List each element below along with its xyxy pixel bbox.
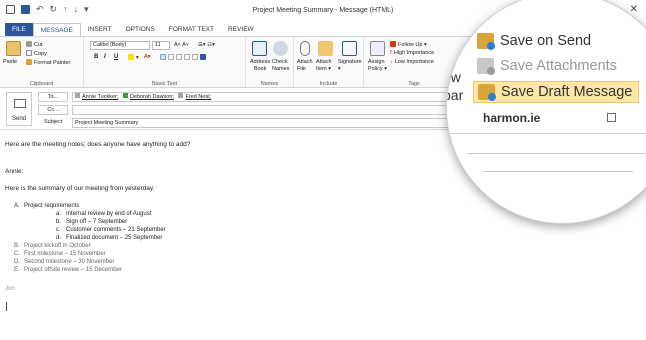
attach-item-button[interactable]: Attach Item ▾ (316, 59, 332, 73)
tab-format-text[interactable]: FORMAT TEXT (162, 23, 221, 36)
address-divider (483, 171, 633, 172)
recipient-deborah[interactable]: Deborah Dawson; (122, 93, 177, 100)
cut-button[interactable]: Cut (26, 41, 43, 49)
format-painter-button[interactable]: Format Painter (26, 59, 70, 67)
draft-save-icon (478, 84, 496, 101)
bold-button[interactable]: B (94, 54, 98, 60)
basic-text-label: Basic Text (152, 81, 177, 87)
assign-policy-icon[interactable] (370, 41, 385, 56)
recipient-fred[interactable]: Fred Neal; (178, 93, 214, 100)
list-item: d. Finalized document – 25 September (56, 235, 163, 241)
outdent-icon[interactable] (184, 54, 190, 60)
high-importance-button[interactable]: ! High Importance (390, 50, 434, 57)
highlighter-icon (128, 54, 134, 60)
subject-label: Subject (44, 119, 63, 125)
paste-icon[interactable] (6, 41, 21, 56)
ribbon-bottom-divider (447, 133, 646, 134)
align-buttons[interactable] (160, 54, 208, 62)
address-book-button[interactable]: Address Book (250, 59, 270, 73)
list-item: c. Customer comments – 21 September (56, 227, 166, 233)
menu-item-save-attachments[interactable]: Save Attachments (477, 58, 617, 75)
names-label: Names (260, 81, 279, 87)
bullets-button[interactable]: ☰▾ ☷▾ (198, 42, 215, 49)
tab-message[interactable]: MESSAGE (32, 23, 81, 36)
grow-font-button[interactable]: A˄ A˅ (174, 42, 189, 49)
dialog-launcher-icon[interactable] (607, 113, 616, 122)
align-right-icon[interactable] (176, 54, 182, 60)
basic-text-group: Calibri (Body) 11 A˄ A˅ ☰▾ ☷▾ B I U ▾ A▾… (84, 37, 246, 88)
signature-text: Jon (5, 286, 15, 292)
body-greeting: Annie: (5, 168, 24, 175)
harmonie-save-icon (477, 33, 495, 50)
menu-item-save-on-send[interactable]: Save on Send (477, 33, 591, 50)
attach-file-button[interactable]: Attach File (297, 59, 313, 73)
ribbon-fragment-bar: bar (447, 87, 464, 103)
highlight-button[interactable]: ▾ (128, 54, 139, 62)
names-group: Address Book Check Names Names (246, 37, 294, 88)
harmonie-group-label: harmon.ie (483, 111, 541, 125)
paragraph-icon[interactable] (200, 54, 206, 60)
send-envelope-icon (14, 99, 26, 108)
copy-icon (26, 50, 32, 56)
underline-button[interactable]: U (114, 54, 118, 60)
list-item: A. Project requirements (14, 203, 80, 209)
font-size-combo[interactable]: 11 (152, 41, 170, 50)
list-item: B. Project kickoff in October (14, 243, 91, 249)
list-item: E. Project offsite review – 15 December (14, 267, 122, 273)
tab-insert[interactable]: INSERT (81, 23, 119, 36)
attach-item-icon[interactable] (318, 41, 333, 56)
ribbon-fragment-ow: ow (447, 69, 461, 85)
body-intro: Here is the summary of our meeting from … (5, 185, 155, 192)
scissors-icon (26, 41, 32, 47)
indent-icon[interactable] (192, 54, 198, 60)
signature-icon[interactable] (342, 41, 357, 56)
exclamation-icon: ! (390, 50, 392, 56)
address-book-icon[interactable] (252, 41, 267, 56)
list-item: D. Second milestone – 30 November (14, 259, 115, 265)
address-divider (467, 153, 646, 154)
down-arrow-icon: ↓ (390, 59, 393, 65)
body-line-1: Here are the meeting notes; does anyone … (5, 141, 191, 148)
low-importance-button[interactable]: ↓ Low Importance (390, 59, 434, 66)
font-name-combo[interactable]: Calibri (Body) (90, 41, 150, 50)
menu-item-save-draft[interactable]: Save Draft Message (473, 81, 640, 103)
brush-icon (26, 59, 32, 65)
paperclip-icon[interactable] (300, 41, 310, 56)
list-item: b. Sign off – 7 September (56, 219, 128, 225)
attachments-icon (477, 58, 495, 75)
to-button[interactable]: To... (38, 92, 68, 102)
clipboard-label: Clipboard (29, 81, 54, 87)
close-button[interactable]: ✕ (630, 4, 638, 15)
list-item: a. Internal review by end of August (56, 211, 152, 217)
flag-icon (390, 41, 396, 47)
tab-review[interactable]: REVIEW (221, 23, 261, 36)
tab-file[interactable]: FILE (5, 23, 33, 36)
copy-button[interactable]: Copy (26, 50, 47, 58)
font-color-button[interactable]: A▾ (144, 54, 150, 61)
tab-options[interactable]: OPTIONS (119, 23, 162, 36)
assign-policy-button[interactable]: Assign Policy ▾ (368, 59, 387, 73)
signature-button[interactable]: Signature ▾ (338, 59, 362, 73)
italic-button[interactable]: I (104, 54, 106, 60)
paste-button[interactable]: Paste (3, 59, 17, 66)
align-center-icon[interactable] (168, 54, 174, 60)
clipboard-group: Paste Cut Copy Format Painter Clipboard (0, 37, 84, 88)
recipient-annie[interactable]: Annie Tuckker; (75, 93, 121, 100)
check-names-button[interactable]: Check Names (272, 59, 289, 73)
check-names-icon[interactable] (273, 41, 288, 56)
cc-button[interactable]: Cc... (38, 105, 68, 115)
include-label: Include (319, 81, 338, 87)
include-group: Attach File Attach Item ▾ Signature ▾ Inclu… (294, 37, 364, 88)
list-item: C. First milestone – 15 November (14, 251, 106, 257)
align-left-icon[interactable] (160, 54, 166, 60)
follow-up-button[interactable]: Follow Up ▾ (390, 41, 427, 49)
send-button[interactable]: Send (6, 92, 32, 126)
text-cursor (6, 302, 7, 311)
